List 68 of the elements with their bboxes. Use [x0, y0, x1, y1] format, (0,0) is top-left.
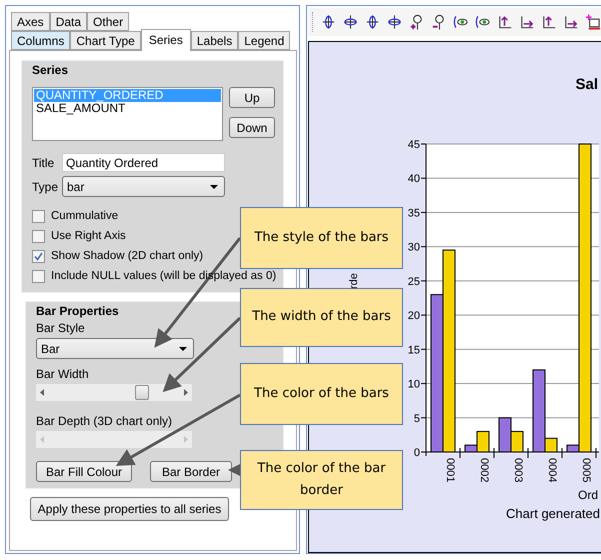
y-axis-title: rde	[348, 273, 360, 289]
field-label: Bar Depth (3D chart only)	[36, 414, 174, 428]
add-layer-icon[interactable]	[584, 13, 601, 31]
callout: The color of the bar border	[240, 450, 403, 510]
field-label: Title	[32, 156, 56, 170]
x-tick-label: 0002	[478, 458, 490, 482]
y-tick-label: 20	[408, 310, 420, 322]
y-tick-label: 10	[408, 378, 420, 391]
y-tick-label: 0	[414, 447, 420, 459]
caret-icon	[210, 184, 218, 188]
slider[interactable]	[36, 384, 192, 401]
checkbox[interactable]	[32, 210, 45, 222]
bar-style-dropdown[interactable]: Bar	[36, 338, 194, 359]
tab[interactable]: Labels	[190, 31, 238, 50]
checkbox-label: Use Right Axis	[51, 230, 126, 242]
tab[interactable]: Legend	[238, 31, 290, 50]
group-title: Series	[32, 63, 68, 77]
y-tick-label: 40	[408, 173, 420, 186]
caret-icon	[179, 346, 187, 350]
apply-button[interactable]: Apply these properties to all series	[30, 497, 229, 521]
group-title: Bar Properties	[36, 304, 119, 318]
x-tick-label: 0003	[512, 458, 524, 482]
checkbox[interactable]	[32, 270, 45, 282]
eye-icon[interactable]	[452, 13, 469, 31]
rotate-icon[interactable]	[386, 13, 403, 31]
title-field[interactable]: Quantity Ordered	[62, 153, 225, 172]
color-button[interactable]: Bar Border	[150, 461, 232, 482]
y-tick-label: 25	[408, 276, 420, 288]
left-arrow-icon	[40, 389, 44, 396]
checkbox[interactable]	[32, 250, 45, 262]
move-button[interactable]: Down	[229, 117, 275, 138]
y-tick-label: 45	[408, 139, 420, 151]
right-arrow-icon	[184, 436, 188, 443]
left-arrow-icon	[40, 436, 44, 443]
right-arrow-icon	[184, 389, 188, 396]
type-dropdown[interactable]: bar	[62, 176, 225, 197]
tab[interactable]: Axes	[11, 12, 50, 31]
y-tick-label: 30	[408, 242, 420, 254]
chart-title: Sal	[575, 76, 598, 93]
y-tick-label: 35	[408, 207, 420, 220]
x-tick-label: 0005	[580, 458, 592, 482]
series-list[interactable]: QUANTITY_ORDERED SALE_AMOUNT	[32, 87, 223, 141]
x-tick-label: 0004	[546, 458, 558, 482]
tab[interactable]: Chart Type	[70, 31, 141, 50]
callout: The style of the bars	[240, 207, 403, 269]
eye-icon[interactable]	[474, 13, 492, 31]
y-tick-label: 5	[414, 412, 420, 425]
color-button[interactable]: Bar Fill Colour	[36, 461, 132, 482]
y-tick-label: 15	[408, 344, 420, 356]
checkbox-label: Cummulative	[51, 210, 118, 222]
field-label: Bar Width	[36, 367, 90, 381]
x-tick-label: 0001	[444, 458, 456, 482]
tab[interactable]: Data	[50, 12, 88, 31]
checkbox-label: Show Shadow (2D chart only)	[51, 250, 204, 262]
move-button[interactable]: Up	[229, 87, 275, 108]
callout: The width of the bars	[240, 288, 403, 347]
list-item[interactable]: SALE_AMOUNT	[34, 102, 221, 115]
tab[interactable]: Series	[140, 29, 191, 51]
tab[interactable]: Other	[87, 12, 130, 31]
field-label: Bar Style	[36, 321, 86, 335]
rotate-icon[interactable]	[342, 13, 359, 31]
field-label: Type	[32, 180, 56, 194]
slider-thumb[interactable]	[135, 385, 150, 400]
tab[interactable]: Columns	[11, 31, 70, 50]
x-axis-title: Ord	[578, 488, 598, 502]
footer-text: Chart generated	[506, 506, 600, 521]
checkbox[interactable]	[32, 230, 45, 242]
callout: The color of the bars	[240, 363, 403, 425]
